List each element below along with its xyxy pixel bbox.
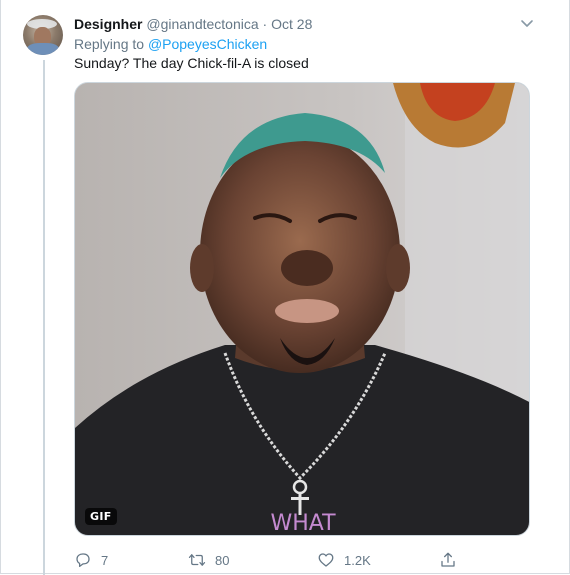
like-button[interactable]: 1.2K bbox=[317, 549, 371, 571]
share-icon bbox=[441, 552, 455, 567]
author-handle[interactable]: @ginandtectonica bbox=[146, 16, 258, 32]
tweet-actions: 7 80 1.2K bbox=[74, 549, 474, 571]
retweet-icon bbox=[188, 554, 206, 566]
tweet-date[interactable]: Oct 28 bbox=[271, 16, 312, 32]
like-count: 1.2K bbox=[344, 552, 371, 568]
replying-to: Replying to @PopeyesChicken bbox=[74, 34, 267, 54]
separator-dot: · bbox=[262, 16, 268, 32]
retweet-count: 80 bbox=[215, 552, 230, 568]
thread-line bbox=[43, 60, 45, 575]
retweet-button[interactable]: 80 bbox=[188, 549, 229, 571]
tweet-header: Designher @ginandtectonica · Oct 28 bbox=[74, 14, 312, 34]
reply-count: 7 bbox=[101, 552, 109, 568]
chevron-down-icon[interactable] bbox=[518, 14, 536, 32]
author-name[interactable]: Designher bbox=[74, 16, 142, 32]
avatar[interactable] bbox=[23, 15, 63, 55]
shirt-text: WHAT bbox=[270, 511, 336, 536]
avatar-shirt bbox=[27, 43, 59, 55]
replying-prefix: Replying to bbox=[74, 36, 145, 52]
gif-frame: WHAT bbox=[75, 83, 529, 536]
reply-button[interactable]: 7 bbox=[74, 549, 108, 571]
replying-handle-link[interactable]: @PopeyesChicken bbox=[148, 36, 267, 52]
tweet-media-gif[interactable]: WHAT GIF bbox=[74, 82, 530, 536]
share-button[interactable] bbox=[439, 549, 466, 571]
heart-icon bbox=[318, 553, 334, 567]
reply-icon bbox=[76, 553, 90, 568]
tweet-text: Sunday? The day Chick-fil-A is closed bbox=[74, 55, 309, 71]
gif-badge: GIF bbox=[85, 508, 117, 525]
